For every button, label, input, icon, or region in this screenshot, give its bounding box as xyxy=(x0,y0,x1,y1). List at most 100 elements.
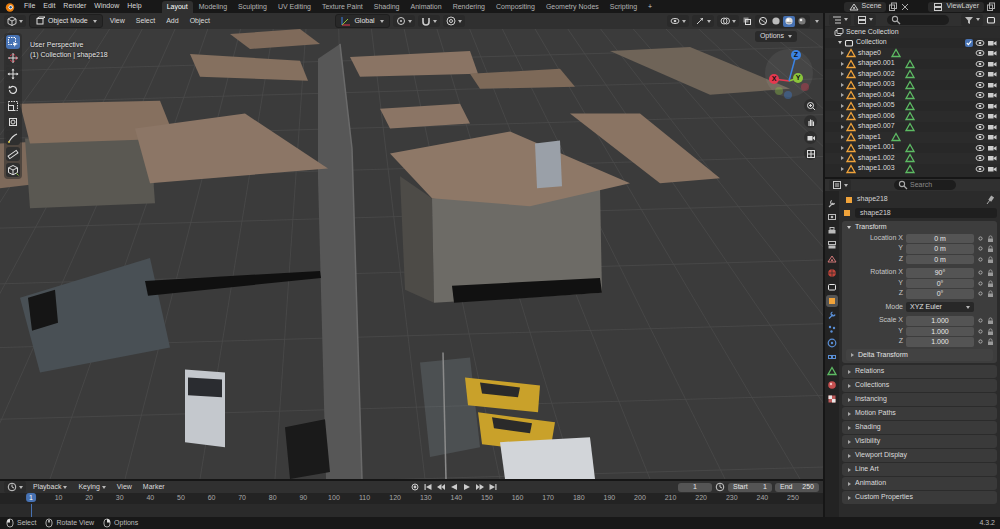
jump-end-icon[interactable] xyxy=(488,482,498,492)
display-mode-selector[interactable] xyxy=(854,14,876,26)
eye-icon[interactable] xyxy=(975,143,985,153)
expand-arrow-icon[interactable] xyxy=(848,496,851,500)
expand-arrow-icon[interactable] xyxy=(841,146,844,150)
move-tool[interactable] xyxy=(6,67,20,81)
menu-item[interactable]: Window xyxy=(90,1,123,12)
number-field[interactable]: 0° xyxy=(906,289,974,299)
camera-icon[interactable] xyxy=(987,59,997,69)
menu-item[interactable]: Edit xyxy=(39,1,59,12)
zoom-button[interactable] xyxy=(804,99,817,112)
mesh-data-icon[interactable] xyxy=(905,59,915,69)
expand-arrow-icon[interactable] xyxy=(848,468,851,472)
eye-icon[interactable] xyxy=(975,38,985,48)
rotation-mode-dropdown[interactable]: XYZ Euler xyxy=(906,302,974,312)
eye-icon[interactable] xyxy=(975,122,985,132)
lock-icon[interactable] xyxy=(987,317,994,324)
keyframe-icon[interactable] xyxy=(977,338,984,345)
keyframe-icon[interactable] xyxy=(977,317,984,324)
delta-transform-subpanel[interactable]: Delta Transform xyxy=(846,349,993,361)
expand-arrow-icon[interactable] xyxy=(841,83,844,87)
constraints-tab[interactable] xyxy=(826,351,838,363)
keyframe-icon[interactable] xyxy=(977,269,984,276)
rendered-shading-button[interactable] xyxy=(796,16,808,27)
collapsed-panel[interactable]: Visibility xyxy=(842,435,997,448)
camera-icon[interactable] xyxy=(987,80,997,90)
camera-icon[interactable] xyxy=(987,90,997,100)
xray-icon[interactable] xyxy=(742,16,752,26)
timeline-menu[interactable]: Playback xyxy=(29,482,71,493)
workspace-tab[interactable]: Geometry Nodes xyxy=(541,1,604,13)
collapsed-panel[interactable]: Animation xyxy=(842,477,997,490)
mode-dropdown[interactable]: Object Mode xyxy=(29,14,103,28)
workspace-tab[interactable]: Sculpting xyxy=(233,1,272,13)
copy-icon[interactable] xyxy=(986,2,996,12)
expand-arrow-icon[interactable] xyxy=(841,135,844,139)
axis-x-handle[interactable]: X xyxy=(769,74,779,84)
number-field[interactable]: 90° xyxy=(906,268,974,278)
add-cube-tool[interactable] xyxy=(6,163,20,177)
menu-item[interactable]: Render xyxy=(59,1,90,12)
eye-icon[interactable] xyxy=(975,48,985,58)
expand-arrow-icon[interactable] xyxy=(848,412,851,416)
camera-icon[interactable] xyxy=(987,132,997,142)
wireframe-shading-button[interactable] xyxy=(757,16,769,27)
view-layer-tab[interactable] xyxy=(826,239,838,251)
mesh-data-icon[interactable] xyxy=(905,111,915,121)
expand-arrow-icon[interactable] xyxy=(838,41,842,44)
viewport-menu[interactable]: Select xyxy=(132,16,159,27)
mesh-data-icon[interactable] xyxy=(905,80,915,90)
keyframe-icon[interactable] xyxy=(977,245,984,252)
timeline-menu[interactable]: Keying xyxy=(74,482,109,493)
lock-icon[interactable] xyxy=(987,245,994,252)
expand-arrow-icon[interactable] xyxy=(848,482,851,486)
collapsed-panel[interactable]: Viewport Display xyxy=(842,449,997,462)
expand-arrow-icon[interactable] xyxy=(848,454,851,458)
rotate-tool[interactable] xyxy=(6,83,20,97)
transform-tool[interactable] xyxy=(6,115,20,129)
camera-icon[interactable] xyxy=(987,143,997,153)
eye-icon[interactable] xyxy=(975,59,985,69)
outliner-search-field[interactable] xyxy=(887,15,949,25)
snap-toggle[interactable] xyxy=(418,15,440,27)
collapsed-panel[interactable]: Motion Paths xyxy=(842,407,997,420)
mesh-data-icon[interactable] xyxy=(905,143,915,153)
expand-arrow-icon[interactable] xyxy=(841,104,844,108)
eye-icon[interactable] xyxy=(975,111,985,121)
number-field[interactable]: 0 m xyxy=(906,244,974,254)
close-icon[interactable] xyxy=(900,2,910,12)
eye-icon[interactable] xyxy=(975,153,985,163)
mesh-data-icon[interactable] xyxy=(905,122,915,132)
annotate-tool[interactable] xyxy=(6,131,20,145)
jump-start-icon[interactable] xyxy=(423,482,433,492)
copy-icon[interactable] xyxy=(888,2,898,12)
navigation-gizmo[interactable]: XYZ xyxy=(765,47,817,99)
pan-hand-button[interactable] xyxy=(804,115,817,128)
mesh-data-icon[interactable] xyxy=(905,69,915,79)
viewport-menu[interactable]: View xyxy=(106,16,129,27)
expand-arrow-icon[interactable] xyxy=(841,125,844,129)
options-button[interactable]: Options xyxy=(755,31,797,42)
workspace-tab[interactable]: Animation xyxy=(406,1,447,13)
lock-icon[interactable] xyxy=(987,280,994,287)
expand-arrow-icon[interactable] xyxy=(848,384,851,388)
end-frame-field[interactable]: End250 xyxy=(775,483,819,492)
panel-header[interactable]: Transform xyxy=(842,221,997,233)
blender-logo-icon[interactable] xyxy=(4,1,16,13)
expand-arrow-icon[interactable] xyxy=(841,93,844,97)
scene-render[interactable] xyxy=(0,29,823,479)
properties-editor[interactable]: shape218shape218TransformLocation X0 mY0… xyxy=(825,179,1000,517)
collapsed-panel[interactable]: Relations xyxy=(842,365,997,378)
texture-tab[interactable] xyxy=(826,393,838,405)
object-name-field[interactable]: shape218 xyxy=(855,208,997,218)
gizmo-toggle[interactable] xyxy=(692,15,714,27)
camera-icon[interactable] xyxy=(987,69,997,79)
viewport-menu[interactable]: Add xyxy=(162,16,182,27)
keyframe-icon[interactable] xyxy=(977,290,984,297)
collapsed-panel[interactable]: Instancing xyxy=(842,393,997,406)
camera-icon[interactable] xyxy=(987,153,997,163)
keyframe-icon[interactable] xyxy=(977,235,984,242)
number-field[interactable]: 0 m xyxy=(906,255,974,265)
keyframe-icon[interactable] xyxy=(977,328,984,335)
outliner-row[interactable]: shape0.004 xyxy=(825,90,1000,101)
lock-icon[interactable] xyxy=(987,269,994,276)
